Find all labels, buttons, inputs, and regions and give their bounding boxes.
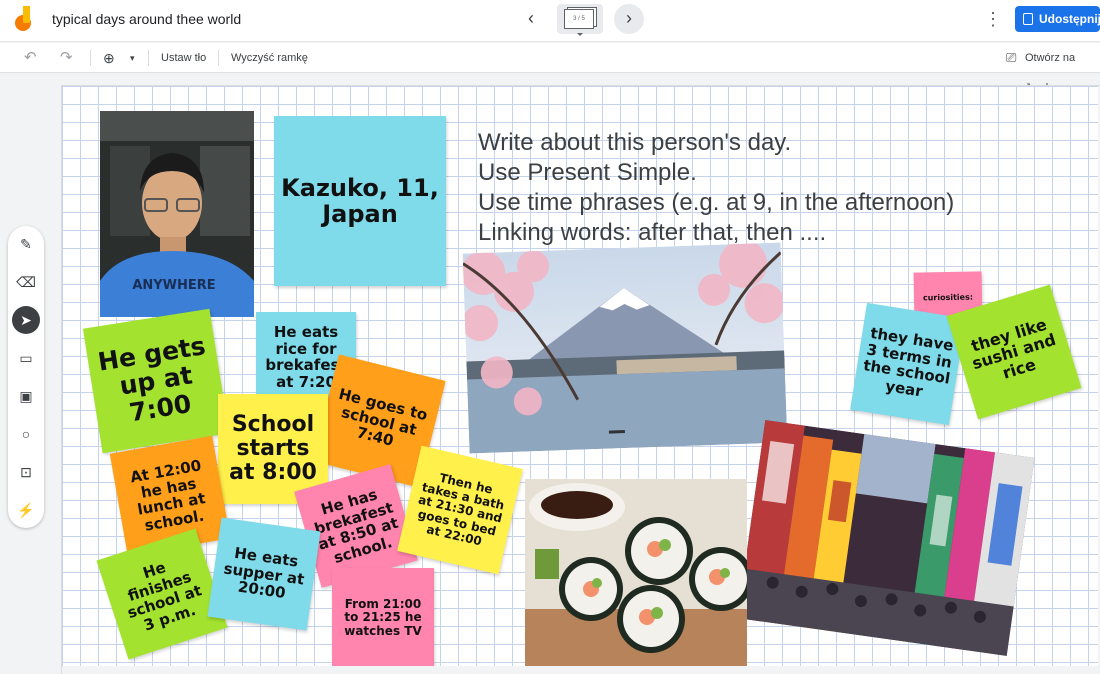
set-background-button[interactable]: Ustaw tło [161, 43, 206, 73]
toolbar: ↶ ↷ ⊕ ▾ Ustaw tło Wyczyść ramkę ⎚ Otwórz… [0, 43, 1100, 94]
mount-fuji-image [462, 242, 788, 454]
document-title[interactable]: typical days around thee world [52, 11, 241, 27]
toolbar-divider [148, 50, 149, 66]
undo-icon[interactable]: ↶ [24, 43, 37, 73]
more-options-icon[interactable]: ⋮ [983, 8, 1003, 32]
clear-frame-button[interactable]: Wyczyść ramkę [231, 43, 308, 73]
sticky-note-tool-icon[interactable]: ▭ [12, 344, 40, 372]
boy-photo[interactable]: ANYWHERE [100, 111, 254, 317]
zoom-icon[interactable]: ⊕ [103, 43, 115, 73]
eraser-tool-icon[interactable]: ⌫ [12, 268, 40, 296]
mount-fuji-photo[interactable] [462, 242, 788, 454]
add-image-tool-icon[interactable]: ▣ [12, 382, 40, 410]
pen-tool-icon[interactable]: ✎ [12, 230, 40, 258]
title-note[interactable]: Kazuko, 11, Japan [274, 116, 446, 286]
sushi-image [525, 479, 747, 666]
whiteboard-canvas[interactable]: ANYWHERE Kazuko, 11, Japan Write about t… [62, 86, 1098, 666]
frame-bar-toggle[interactable]: 3 / 5 [557, 4, 603, 36]
instruction-line: Use time phrases (e.g. at 9, in the afte… [478, 189, 955, 216]
gets-up-note[interactable]: He gets up at 7:00 [82, 308, 230, 454]
tokyo-street-image [737, 420, 1035, 656]
previous-frame-button[interactable]: ‹ [518, 6, 544, 32]
tool-panel: ✎ ⌫ ➤ ▭ ▣ ○ ⊡ ⚡ [8, 226, 44, 528]
svg-text:ANYWHERE: ANYWHERE [132, 278, 215, 293]
top-bar: typical days around thee world ‹ 3 / 5 ›… [0, 0, 1100, 42]
text-box-tool-icon[interactable]: ⊡ [12, 458, 40, 486]
sushi-photo[interactable] [525, 479, 747, 666]
laser-tool-icon[interactable]: ⚡ [12, 496, 40, 524]
frame-counter: 3 / 5 [564, 9, 594, 29]
select-tool-icon[interactable]: ➤ [12, 306, 40, 334]
tokyo-street-photo[interactable] [737, 420, 1035, 656]
redo-icon[interactable]: ↷ [60, 43, 73, 73]
caret-down-icon [577, 33, 583, 36]
lock-icon [1023, 13, 1033, 25]
finishes-school-note[interactable]: He finishes school at 3 p.m. [96, 528, 228, 660]
instruction-line: Write about this person's day. [478, 129, 792, 156]
open-on-jamboard-button[interactable]: Otwórz na Jamb [1025, 43, 1100, 94]
zoom-dropdown-icon[interactable]: ▾ [130, 43, 135, 73]
instruction-line: Linking words: after that, then .... [478, 219, 827, 246]
watches-tv-note[interactable]: From 21:00 to 21:25 he watches TV [332, 568, 434, 666]
supper-note[interactable]: He eats supper at 20:00 [207, 517, 321, 631]
bath-note[interactable]: Then he takes a bath at 21:30 and goes t… [397, 445, 523, 575]
share-button[interactable]: Udostępnij [1015, 6, 1100, 32]
jamboard-logo-icon [15, 6, 31, 31]
next-frame-button[interactable]: › [614, 4, 644, 34]
boy-photo-image: ANYWHERE [100, 111, 254, 317]
instructions-text[interactable]: Write about this person's day. Use Prese… [478, 128, 954, 248]
share-label: Udostępnij [1039, 12, 1100, 26]
circle-shape-tool-icon[interactable]: ○ [12, 420, 40, 448]
instruction-line: Use Present Simple. [478, 159, 697, 186]
toolbar-divider [218, 50, 219, 66]
toolbar-divider [90, 50, 91, 66]
cast-icon[interactable]: ⎚ [1006, 43, 1016, 73]
